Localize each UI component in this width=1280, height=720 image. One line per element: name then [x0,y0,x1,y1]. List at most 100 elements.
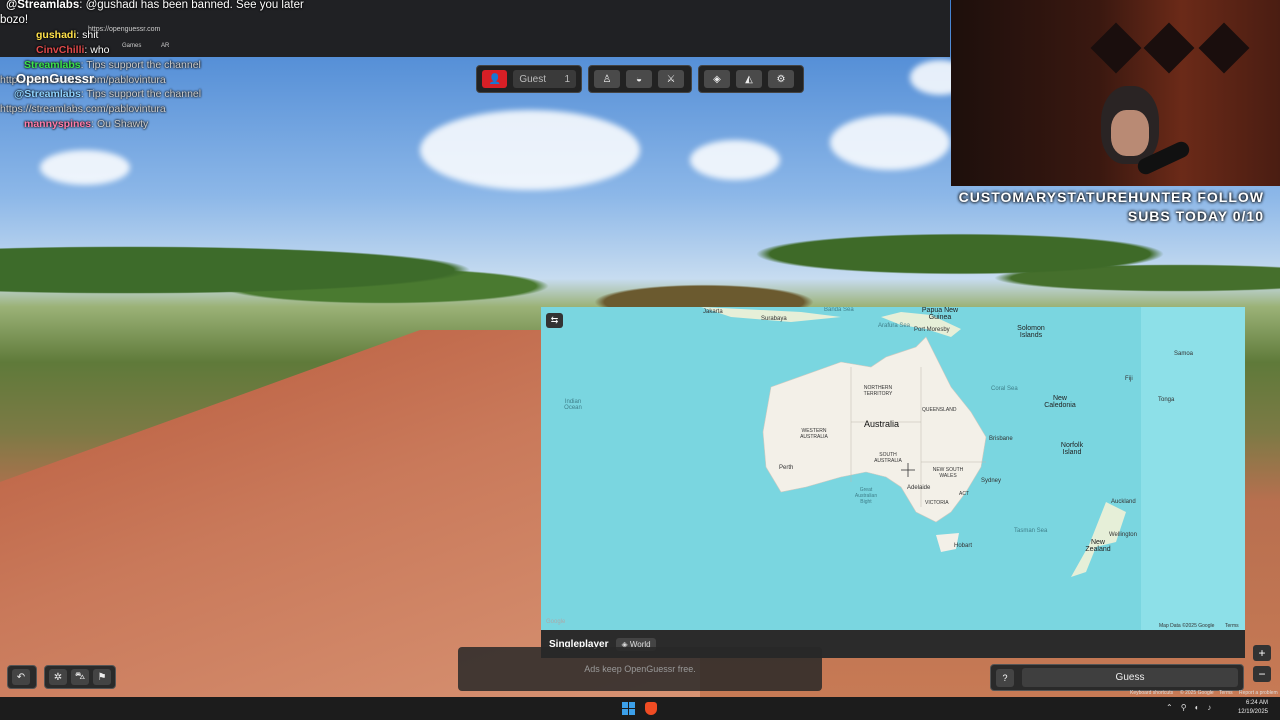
map-terms-link[interactable]: Terms [1225,623,1239,629]
bug-icon: ✲ [53,671,63,683]
layers-button[interactable]: ◈ [704,70,730,88]
map-label: Indian Ocean [564,399,582,411]
bug-button[interactable]: ✲ [49,669,67,685]
acoustic-panel [1090,22,1142,74]
guess-button[interactable]: Guess [1022,668,1238,687]
chat-line: CinvChilli: who [36,44,110,56]
acoustic-panel [1198,22,1250,74]
map-label: SOUTH AUSTRALIA [874,452,902,464]
profile-button[interactable]: 👤 [482,70,508,88]
windows-start-icon[interactable] [622,702,635,715]
cloud [830,115,950,170]
subs-today: SUBS TODAY 0/10 [1127,208,1264,224]
car-icon: ⛍ [74,670,86,682]
taskbar-clock[interactable]: 6:24 AM 12/19/2025 [1238,699,1268,717]
player-count: 1 [564,73,570,85]
map-label: Papua New Guinea [921,307,959,321]
map-label: Perth [779,465,794,471]
clock-time: 6:24 AM [1245,700,1268,706]
player-name-box[interactable]: Guest 1 [513,70,576,88]
keyboard-shortcuts-link[interactable]: Keyboard shortcuts [1130,690,1173,696]
swords-icon: ⚔ [666,73,676,85]
map-label: Coral Sea [991,386,1018,392]
bookmark-games[interactable]: Games [122,43,141,49]
zoom-in-button[interactable]: + [1253,645,1271,661]
chat-line: gushadi: shit [36,29,99,41]
graduation-cap-icon: ◭ [745,73,753,85]
settings-button[interactable]: ⚙ [768,70,794,88]
person-icon: ♙ [602,73,612,85]
battle-button[interactable]: ⚔ [658,70,684,88]
map-data-credit: Map Data ©2025 Google [1159,623,1215,629]
map-label: New Zealand [1085,539,1111,553]
mode-toolbar: ♙ ◒ ⚔ [588,65,692,93]
address-bar[interactable]: https://openguessr.com [88,26,160,33]
brave-browser-icon[interactable] [645,702,657,715]
map-label: Fiji [1125,376,1133,382]
clock-date: 12/19/2025 [1237,709,1268,715]
follow-line: CUSTOMARYSTATUREHUNTER FOLLOW [958,189,1264,205]
map-land [701,307,1245,630]
back-control: ↶ [7,665,37,689]
chat-line: bozo! [0,14,29,26]
map-label: Samoa [1174,351,1194,357]
google-logo: Google [546,619,566,625]
map-label: Surabaya [761,316,787,322]
follow-goal-overlay: CUSTOMARYSTATUREHUNTER FOLLOW SUBS TODAY… [959,188,1264,226]
map-label: WESTERN AUSTRALIA [800,428,828,440]
cloud [40,150,130,185]
map-label: Wellington [1109,532,1137,538]
car-button[interactable]: ⛍ [71,669,89,685]
acoustic-panel [1143,22,1195,74]
map-label: Sydney [981,478,1002,484]
undo-button[interactable]: ↶ [12,669,30,685]
guess-map[interactable]: Jakarta Surabaya Banda Sea Arafura Sea P… [541,307,1245,630]
map-label: Norfolk Island [1060,442,1084,456]
bookmark-ar[interactable]: AR [161,43,169,49]
map-label: Hobart [954,543,973,549]
group-icon: ◒ [635,73,643,85]
map-label: NORTHERN TERRITORY [863,385,893,397]
system-tray[interactable]: ⌃⚲◐♪ [1166,703,1219,712]
map-label: Jakarta [703,309,723,315]
layers-icon: ◈ [713,73,721,85]
map-label: VICTORIA [925,500,949,506]
map-label: Port Moresby [914,327,950,333]
map-label: Tasman Sea [1014,528,1048,534]
help-button[interactable]: ? [996,668,1014,687]
windows-taskbar [0,697,1280,720]
singleplayer-button[interactable]: ♙ [594,70,620,88]
player-toolbar: 👤 Guest 1 [476,65,582,93]
settings-toolbar: ◈ ◭ ⚙ [698,65,804,93]
google-copyright: © 2025 Google [1180,690,1214,696]
map-label: QUEENSLAND [922,407,957,413]
map-label-country: Australia [864,419,900,429]
map-label: Brisbane [989,436,1013,442]
map-label: Arafura Sea [878,323,911,329]
streamer-face [1111,110,1149,156]
multiplayer-button[interactable]: ◒ [626,70,652,88]
user-icon: 👤 [488,73,501,85]
map-label: ACT [959,491,969,497]
guess-bar: ? Guess [990,664,1244,691]
ad-banner: Ads keep OpenGuessr free. [458,647,822,691]
map-label: NEW SOUTH WALES [932,467,964,479]
education-button[interactable]: ◭ [736,70,762,88]
zoom-out-button[interactable]: − [1253,666,1271,682]
terms-link[interactable]: Terms [1219,690,1233,696]
map-settings-button[interactable]: ⇆ [546,313,563,328]
map-label: Adelaide [907,485,931,491]
map-label: Solomon Islands [1017,325,1045,339]
report-problem-link[interactable]: Report a problem [1239,690,1278,696]
flag-button[interactable]: ⚑ [93,669,111,685]
cloud [420,110,640,190]
chat-line: @Streamlabs: @gushadi has been banned. S… [6,0,304,11]
chat-line: https://streamlabs.com/pablovintura [0,103,166,115]
map-label: New Caledonia [1044,395,1076,409]
cloud [690,140,780,180]
gear-icon: ⚙ [776,73,786,85]
flag-icon: ⚑ [97,671,107,683]
undo-icon: ↶ [16,671,26,683]
openguessr-logo[interactable]: OpenGuessr [16,71,94,86]
streamer-webcam [951,0,1280,186]
